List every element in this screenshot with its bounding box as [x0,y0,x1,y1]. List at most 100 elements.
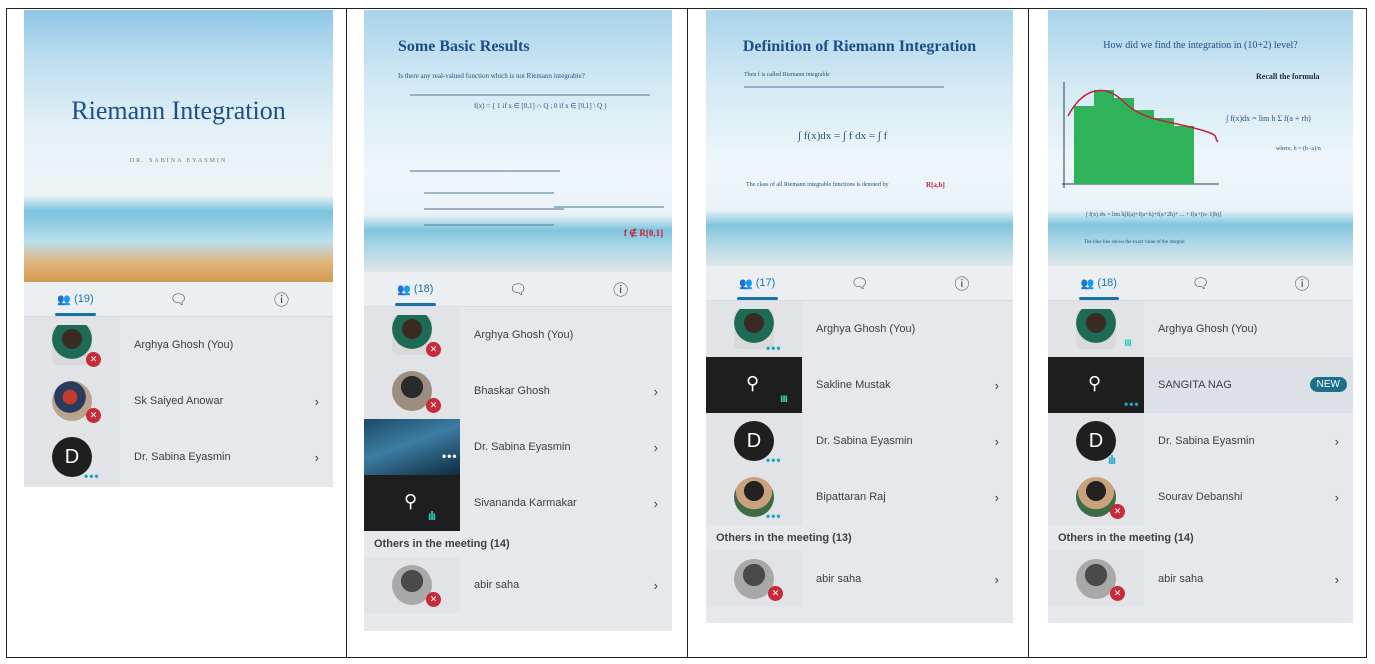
video-tile: ✕ [364,557,460,613]
participant-row[interactable]: D ••• Dr. Sabina Eyasmin › [706,413,1013,469]
mic-off-icon: ✕ [86,408,101,423]
presentation-slide: How did we find the integration in (10+2… [1048,10,1353,266]
tab-info[interactable]: ⓘ [1251,266,1353,300]
speaking-dots-icon: ••• [84,469,100,483]
new-badge: NEW [1309,377,1347,392]
audio-level-icon: ılı [428,509,436,523]
participant-row[interactable]: ••• Bipattaran Raj › [706,469,1013,525]
others-heading: Others in the meeting (14) [364,531,672,557]
participant-name: Dr. Sabina Eyasmin [1158,435,1255,447]
participant-row[interactable]: ••• Dr. Sabina Eyasmin › [364,419,672,475]
chevron-right-icon[interactable]: › [995,551,999,607]
chevron-right-icon[interactable]: › [1335,469,1339,525]
video-tile: ⚲ ııı [706,357,802,413]
others-heading: Others in the meeting (14) [1048,525,1353,551]
tab-info[interactable]: ⓘ [911,266,1013,300]
riemann-rect [1174,126,1194,184]
people-count: (17) [755,277,776,289]
participant-name: Dr. Sabina Eyasmin [134,451,231,463]
slide-title: Some Basic Results [398,38,530,55]
riemann-rect [1114,98,1134,184]
participant-row[interactable]: ✕ abir saha › [706,551,1013,607]
speaking-dots-icon: ••• [766,509,782,523]
video-tile: ✕ [1048,551,1144,607]
riemann-rect [1154,118,1174,184]
participant-row[interactable]: ✕ abir saha › [364,557,672,613]
participant-row[interactable]: ✕ Arghya Ghosh (You) [364,307,672,363]
mic-off-icon: ✕ [426,342,441,357]
participant-tabs: 👥 (19) 🗨 ⓘ [24,282,333,317]
pin-icon: ⚲ [746,373,760,393]
slide-red-note: f ∉ R[0,1] [624,228,664,238]
participant-row[interactable]: ııı Arghya Ghosh (You) [1048,301,1353,357]
video-tile: D ••• [24,429,120,485]
participant-name: abir saha [816,573,862,585]
participant-row[interactable]: D ••• Dr. Sabina Eyasmin › [24,429,333,485]
tab-people[interactable]: 👥 (17) [706,266,808,300]
participant-tabs: 👥 (18) 🗨 ⓘ [364,272,672,307]
riemann-sum-graph [1062,82,1219,188]
chevron-right-icon[interactable]: › [995,413,999,469]
info-icon: ⓘ [273,291,289,309]
speaking-dots-icon: ••• [1124,397,1140,411]
video-tile: ⚲ ılı [364,475,460,531]
tab-people[interactable]: 👥 (19) [24,282,127,316]
video-tile: Dılı [1048,413,1144,469]
slide-formula: f(x) = { 1 if x ∈ [0,1] ∩ Q ; 0 if x ∈ [… [474,102,608,110]
people-count: (18) [1097,277,1117,289]
video-tile: ⚲ ••• [1048,357,1144,413]
participant-tabs: 👥 (17) 🗨 ⓘ [706,266,1013,301]
participant-row[interactable]: ⚲ ııı Sakline Mustak › [706,357,1013,413]
slide-bottom-formula: ∫ f(x) dx = lim h[f(a)+f(a+h)+f(a+2h)+ .… [1086,212,1222,218]
mic-off-icon: ✕ [768,586,783,601]
participant-name: abir saha [1158,573,1204,585]
slide-line: Is there any real-valued function which … [398,72,585,80]
video-tile: ••• [706,301,802,357]
participant-row[interactable]: ✕ Sk Saiyed Anowar › [24,373,333,429]
tab-chat[interactable]: 🗨 [1150,266,1252,300]
people-icon: 👥 [1080,277,1095,290]
participant-row[interactable]: ✕ abir saha › [1048,551,1353,607]
chevron-right-icon[interactable]: › [315,429,319,485]
video-tile: ✕ [1048,469,1144,525]
participant-list: ••• Arghya Ghosh (You) ⚲ ııı Sakline Must… [706,301,1013,623]
mic-off-icon: ✕ [426,398,441,413]
video-tile: D ••• [706,413,802,469]
participant-row[interactable]: ✕ Sourav Debanshi › [1048,469,1353,525]
participant-name: Bipattaran Raj [816,491,886,503]
video-tile: ✕ [24,317,120,373]
speaking-dots-icon: ••• [766,453,782,467]
participant-name: abir saha [474,579,520,591]
participant-row[interactable]: ⚲ ılı Sivananda Karmakar › [364,475,672,531]
slide-title: Definition of Riemann Integration [742,38,977,55]
chevron-right-icon[interactable]: › [654,557,658,613]
chevron-right-icon[interactable]: › [654,475,658,531]
participant-row[interactable]: ✕ Bhaskar Ghosh › [364,363,672,419]
people-count: (18) [413,283,434,295]
chevron-right-icon[interactable]: › [654,419,658,475]
tab-chat[interactable]: 🗨 [467,272,570,306]
video-tile: ııı [1048,301,1144,357]
participant-row[interactable]: ⚲ ••• SANGITA NAG NEW [1048,357,1353,413]
tab-info[interactable]: ⓘ [230,282,333,316]
chevron-right-icon[interactable]: › [1335,551,1339,607]
participant-name: Sourav Debanshi [1158,491,1243,503]
participant-row[interactable]: Dılı Dr. Sabina Eyasmin › [1048,413,1353,469]
chevron-right-icon[interactable]: › [995,357,999,413]
chevron-right-icon[interactable]: › [995,469,999,525]
tab-people[interactable]: 👥 (18) [364,272,467,306]
participant-row[interactable]: ✕ Arghya Ghosh (You) [24,317,333,373]
tab-chat[interactable]: 🗨 [808,266,910,300]
chevron-right-icon[interactable]: › [1335,413,1339,469]
participant-name: Sivananda Karmakar [474,497,577,509]
tab-info[interactable]: ⓘ [569,272,672,306]
video-tile: ••• [706,469,802,525]
tab-chat[interactable]: 🗨 [127,282,230,316]
chevron-right-icon[interactable]: › [315,373,319,429]
chat-icon: 🗨 [1191,274,1210,291]
chevron-right-icon[interactable]: › [654,363,658,419]
video-tile: ✕ [364,363,460,419]
participant-tabs: 👥 (18) 🗨 ⓘ [1048,266,1353,301]
participant-row[interactable]: ••• Arghya Ghosh (You) [706,301,1013,357]
tab-people[interactable]: 👥 (18) [1048,266,1150,300]
